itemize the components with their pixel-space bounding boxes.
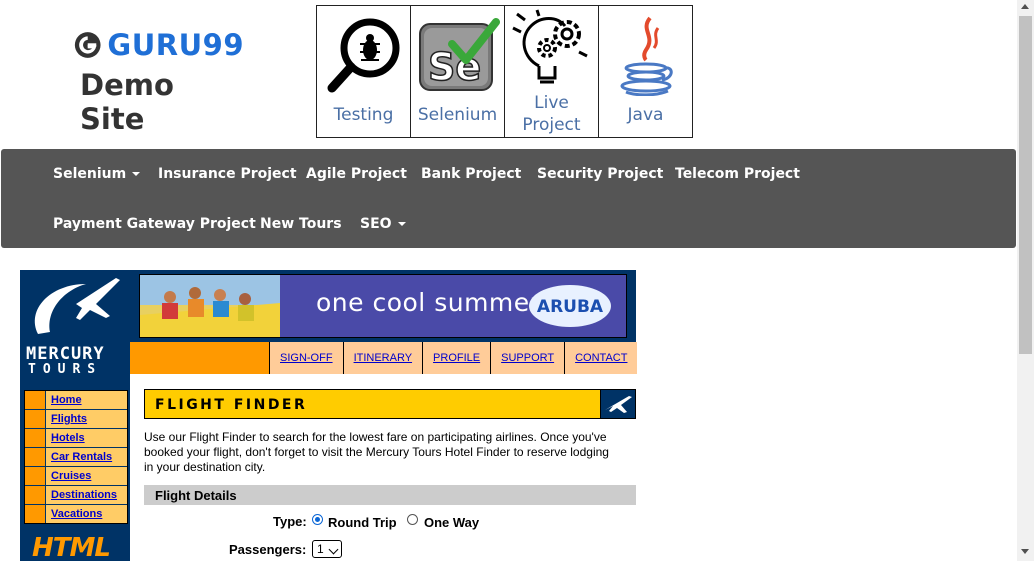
banner-photo — [140, 275, 280, 337]
side-link-vacations[interactable]: Vacations — [46, 505, 102, 523]
guru99-logo[interactable]: GURU99 Demo Site — [74, 28, 244, 136]
list-item: Cruises — [25, 467, 127, 486]
site-header: GURU99 Demo Site Testing Se Selenium Liv… — [0, 0, 1017, 148]
side-link-destinations[interactable]: Destinations — [46, 486, 117, 504]
tile-testing[interactable]: Testing — [317, 6, 411, 137]
flight-finder-header: FLIGHT FINDER — [144, 389, 636, 419]
lightbulb-gears-icon — [511, 9, 588, 84]
flight-finder-description: Use our Flight Finder to search for the … — [144, 430, 609, 474]
chevron-down-icon — [328, 544, 339, 555]
nav-security-project[interactable]: Security Project — [537, 166, 663, 182]
guru99-logo-icon — [74, 32, 101, 58]
nav-new-tours[interactable]: New Tours — [260, 216, 342, 232]
list-item: Hotels — [25, 429, 127, 448]
one-way-label[interactable]: One Way — [424, 515, 479, 530]
html-badge: HTML — [32, 533, 111, 563]
brand-subtitle: Demo Site — [80, 68, 174, 136]
java-cup-icon — [620, 16, 673, 96]
mercury-logo-name: MERCURY — [26, 344, 105, 364]
mercury-top-nav: SIGN-OFF ITINERARY PROFILE SUPPORT CONTA… — [269, 342, 638, 374]
tile-label: Java — [627, 105, 664, 125]
nav-selenium[interactable]: Selenium — [53, 166, 141, 182]
side-link-home[interactable]: Home — [46, 391, 82, 409]
aruba-logo: ARUBA — [529, 285, 611, 327]
caret-down-icon — [397, 222, 406, 226]
nav-payment-gateway-project[interactable]: Payment Gateway Project — [53, 216, 256, 232]
list-item: Vacations — [25, 505, 127, 523]
tile-selenium[interactable]: Se Selenium — [411, 6, 505, 137]
selenium-icon: Se — [418, 18, 500, 91]
side-menu: Home Flights Hotels Car Rentals Cruises … — [24, 390, 128, 524]
top-link-sign-off[interactable]: SIGN-OFF — [270, 342, 344, 374]
tile-label: Live Project — [522, 93, 581, 135]
top-link-profile[interactable]: PROFILE — [423, 342, 492, 374]
magnifier-bug-icon — [327, 18, 399, 93]
scroll-down-arrow-icon[interactable] — [1021, 549, 1029, 554]
caret-down-icon — [132, 172, 141, 176]
top-link-contact[interactable]: CONTACT — [565, 342, 638, 374]
tile-label: Testing — [333, 105, 394, 125]
nav-insurance-project[interactable]: Insurance Project — [158, 166, 297, 182]
passengers-label: Passengers: — [229, 542, 307, 557]
plane-icon — [600, 390, 635, 418]
banner-ad[interactable]: one cool summer ARUBA — [139, 274, 627, 338]
main-nav: Selenium Insurance Project Agile Project… — [1, 149, 1016, 248]
mercury-sidebar: MERCURY TOURS Home Flights Hotels Car Re… — [20, 270, 130, 563]
round-trip-label[interactable]: Round Trip — [328, 515, 397, 530]
nav-agile-project[interactable]: Agile Project — [306, 166, 407, 182]
type-label: Type: — [273, 514, 307, 529]
scrollbar-thumb[interactable] — [1019, 16, 1032, 354]
mercury-plane-logo-icon — [34, 278, 120, 334]
side-link-car-rentals[interactable]: Car Rentals — [46, 448, 112, 466]
course-tiles: Testing Se Selenium Live Project Java — [316, 5, 693, 138]
top-link-support[interactable]: SUPPORT — [491, 342, 566, 374]
nav-telecom-project[interactable]: Telecom Project — [675, 166, 800, 182]
brand-name: GURU99 — [107, 28, 244, 62]
one-way-radio[interactable] — [407, 514, 418, 525]
page-title: FLIGHT FINDER — [155, 397, 308, 413]
side-link-hotels[interactable]: Hotels — [46, 429, 85, 447]
round-trip-radio[interactable] — [312, 514, 323, 525]
nav-bank-project[interactable]: Bank Project — [421, 166, 521, 182]
page-scrollbar[interactable] — [1017, 0, 1034, 561]
mercury-logo-sub: TOURS — [28, 362, 103, 377]
passengers-select[interactable]: 1 — [312, 540, 342, 558]
tile-java[interactable]: Java — [599, 6, 692, 137]
passengers-value: 1 — [317, 542, 324, 556]
side-link-cruises[interactable]: Cruises — [46, 467, 91, 485]
list-item: Home — [25, 391, 127, 410]
side-link-flights[interactable]: Flights — [46, 410, 87, 428]
aruba-logo-text: ARUBA — [536, 297, 604, 317]
nav-label: Selenium — [53, 166, 127, 182]
top-link-itinerary[interactable]: ITINERARY — [343, 342, 424, 374]
list-item: Destinations — [25, 486, 127, 505]
nav-seo[interactable]: SEO — [360, 216, 406, 232]
tile-label: Selenium — [417, 105, 498, 125]
beach-photo-icon — [140, 275, 280, 337]
list-item: Flights — [25, 410, 127, 429]
nav-label: SEO — [360, 216, 392, 232]
scroll-up-arrow-icon[interactable] — [1021, 4, 1029, 9]
flight-details-header: Flight Details — [144, 485, 636, 505]
banner-text: one cool summer — [316, 288, 541, 317]
section-title: Flight Details — [155, 488, 237, 503]
tile-live-project[interactable]: Live Project — [505, 6, 599, 137]
list-item: Car Rentals — [25, 448, 127, 467]
